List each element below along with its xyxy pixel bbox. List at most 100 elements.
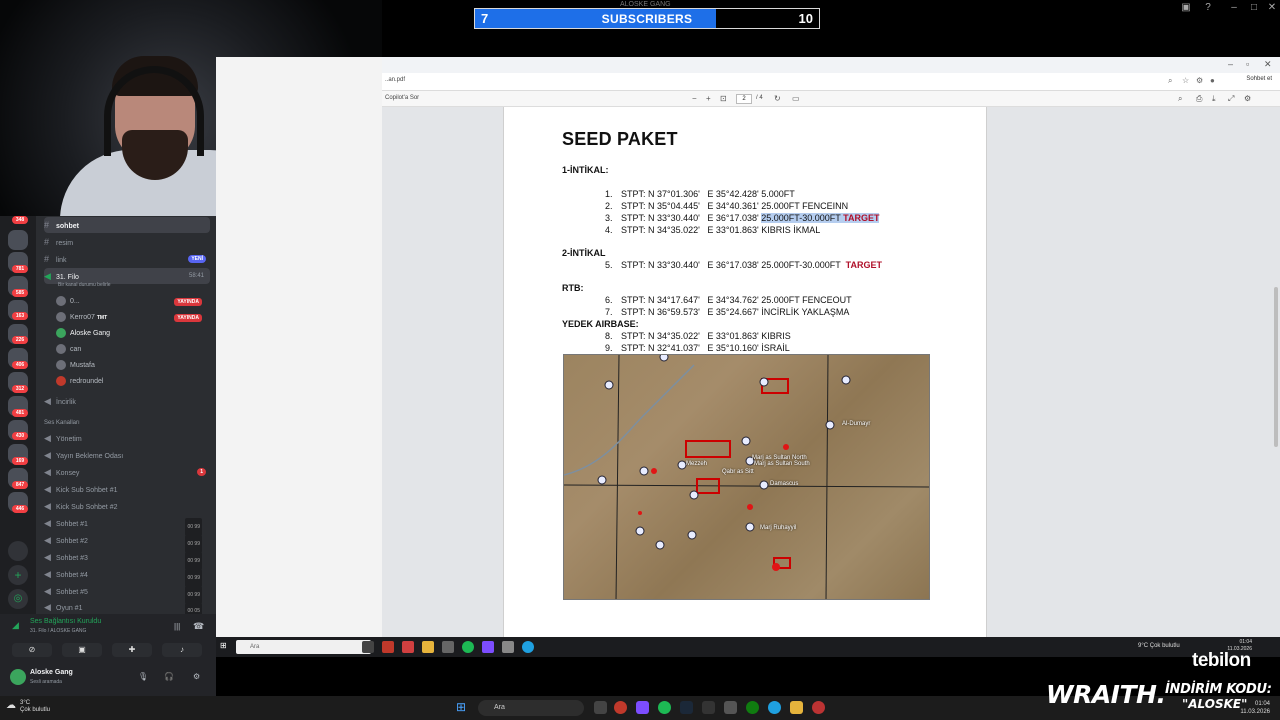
extension-icon[interactable]: ⚙ [1196, 76, 1203, 85]
soundboard-icon[interactable]: ♪ [162, 643, 202, 657]
rotate-icon[interactable]: ↻ [774, 94, 781, 103]
voice-user[interactable]: can [56, 342, 206, 357]
voice-channel[interactable]: ◀ Sohbet #5 00 99 [44, 583, 210, 604]
voice-connected-location[interactable]: 31. Filo / ALOSKE GANG [30, 628, 86, 634]
screen-share-icon[interactable]: ▣ [62, 643, 102, 657]
voice-channel[interactable]: ◀ Sohbet #1 00 99 [44, 515, 210, 536]
page-number-input[interactable]: 2 [736, 94, 752, 104]
pdf-scrollbar[interactable] [1274, 287, 1278, 447]
address-bar[interactable]: ..an.pdf ⌕ ☆ ⚙ ● Sohbet et [382, 73, 1280, 91]
edge-icon[interactable] [768, 701, 781, 714]
voice-channel[interactable]: ◀ Kick Sub Sohbet #2 [44, 498, 210, 514]
print-icon[interactable]: ⎙ [1196, 94, 1202, 104]
channel-status-input[interactable]: Bir kanal durumu belirle [58, 282, 111, 288]
settings-gear-icon[interactable]: ⚙ [193, 672, 200, 681]
pdf-settings-icon[interactable]: ⚙ [1244, 94, 1251, 103]
discord-icon[interactable] [636, 701, 649, 714]
item-text: STPT: N 32°41.037' E 35°10.160' İSRAİL [621, 343, 790, 353]
voice-channel[interactable]: ◀ Sohbet #4 00 99 [44, 566, 210, 587]
url-text[interactable]: ..an.pdf [385, 77, 405, 83]
signal-icon[interactable]: ◢ [12, 620, 19, 631]
task-view-icon[interactable] [362, 641, 374, 653]
file-explorer-icon[interactable] [422, 641, 434, 653]
microphone-icon[interactable]: 🎙 [138, 672, 148, 681]
voice-user[interactable]: Mustafa [56, 358, 206, 373]
outer-search-box[interactable]: Ara [478, 700, 584, 716]
activities-icon[interactable]: ✚ [112, 643, 152, 657]
pdf-search-icon[interactable]: ⌕ [1178, 94, 1182, 104]
map-label: Al-Dumayr [842, 421, 871, 427]
steam-icon[interactable] [680, 701, 693, 714]
search-icon[interactable]: ⌕ [1168, 76, 1172, 86]
voice-channel[interactable]: ◀ Sohbet #2 00 99 [44, 532, 210, 553]
maximize-icon[interactable]: □ [1246, 2, 1262, 13]
page-view-icon[interactable]: ▭ [792, 94, 800, 103]
spotify-icon[interactable] [462, 641, 474, 653]
voice-user[interactable]: redroundel [56, 374, 206, 389]
minimize-icon[interactable]: – [1226, 2, 1242, 13]
brave-browser-icon[interactable] [382, 641, 394, 653]
windows-start-icon[interactable]: ⊞ [220, 641, 227, 650]
server-icon[interactable] [8, 541, 28, 561]
subscriber-label: SUBSCRIBERS [601, 12, 693, 26]
channel-resim[interactable]: # resim [44, 234, 210, 250]
zoom-in-icon[interactable]: + [706, 94, 711, 103]
file-explorer-icon[interactable] [790, 701, 803, 714]
noise-suppression-icon[interactable]: ||| [174, 622, 180, 631]
opera-icon[interactable] [614, 701, 627, 714]
windows-start-icon[interactable]: ⊞ [456, 700, 466, 714]
browser-minimize-icon[interactable]: – [1228, 59, 1233, 69]
app-icon[interactable] [502, 641, 514, 653]
camera-off-icon[interactable]: ⊘ [12, 643, 52, 657]
voice-channel[interactable]: ◀ Yayın Bekleme Odası [44, 447, 210, 463]
help-icon[interactable]: ? [1200, 2, 1216, 13]
app-icon[interactable] [442, 641, 454, 653]
chat-button[interactable]: Sohbet et [1246, 76, 1272, 82]
copilot-button[interactable]: Copilot'a Sor [385, 95, 419, 101]
xbox-icon[interactable] [746, 701, 759, 714]
save-icon[interactable]: ⤓ [1212, 94, 1216, 104]
close-icon[interactable]: ✕ [1264, 2, 1280, 13]
avatar[interactable] [10, 669, 26, 685]
discord-icon[interactable] [482, 641, 494, 653]
server-icon[interactable] [8, 230, 28, 250]
favorite-star-icon[interactable]: ☆ [1182, 76, 1189, 85]
opera-icon[interactable] [402, 641, 414, 653]
voice-user[interactable]: 0... YAYINDA [56, 294, 206, 309]
voice-channel-incirlik[interactable]: ◀ İncirlik [44, 393, 210, 409]
voice-channel[interactable]: ◀ Konsey 1 [44, 464, 210, 480]
add-server-icon[interactable]: + [8, 565, 28, 585]
user-name: Aloske Gang [70, 330, 111, 337]
explore-compass-icon[interactable]: ◎ [8, 589, 28, 609]
channel-sohbet[interactable]: # sohbet [44, 217, 210, 233]
spotify-icon[interactable] [658, 701, 671, 714]
epic-games-icon[interactable] [702, 701, 715, 714]
fit-page-icon[interactable]: ⊡ [720, 94, 727, 103]
voice-channel[interactable]: ◀ Yönetim [44, 430, 210, 446]
speaker-icon: ◀ [44, 602, 51, 612]
channel-link[interactable]: # link YENİ [44, 251, 210, 267]
stream-window-icon[interactable]: ▣ [1178, 2, 1194, 13]
outer-weather[interactable]: 3°C Çok bulutlu [20, 700, 50, 714]
edge-icon[interactable] [522, 641, 534, 653]
zoom-out-icon[interactable]: − [692, 94, 697, 103]
app-icon[interactable] [724, 701, 737, 714]
browser-close-icon[interactable]: ✕ [1264, 59, 1272, 70]
profile-icon[interactable]: ● [1210, 76, 1215, 85]
app-icon[interactable] [812, 701, 825, 714]
voice-user[interactable]: Kerro07 TMT YAYINDA [56, 310, 206, 325]
disconnect-icon[interactable]: ☎ [193, 621, 204, 632]
fullscreen-icon[interactable]: ⤢ [1228, 94, 1234, 104]
task-view-icon[interactable] [594, 701, 607, 714]
speaker-icon: ◀ [44, 586, 51, 596]
browser-maximize-icon[interactable]: ▫ [1246, 59, 1249, 69]
headphones-icon[interactable]: 🎧 [164, 672, 174, 681]
weather-widget[interactable]: 9°C Çok bulutlu [1138, 643, 1180, 649]
category-header[interactable]: Ses Kanalları [44, 420, 80, 426]
taskbar-search[interactable]: Ara [236, 640, 371, 654]
voice-channel[interactable]: ◀ Kick Sub Sohbet #1 [44, 481, 210, 497]
weather-icon[interactable]: ☁ [6, 700, 16, 711]
item-text: STPT: N 36°59.573' E 35°24.667' İNCİRLİK… [621, 307, 850, 317]
voice-user[interactable]: Aloske Gang [56, 326, 206, 341]
voice-channel[interactable]: ◀ Sohbet #3 00 99 [44, 549, 210, 570]
